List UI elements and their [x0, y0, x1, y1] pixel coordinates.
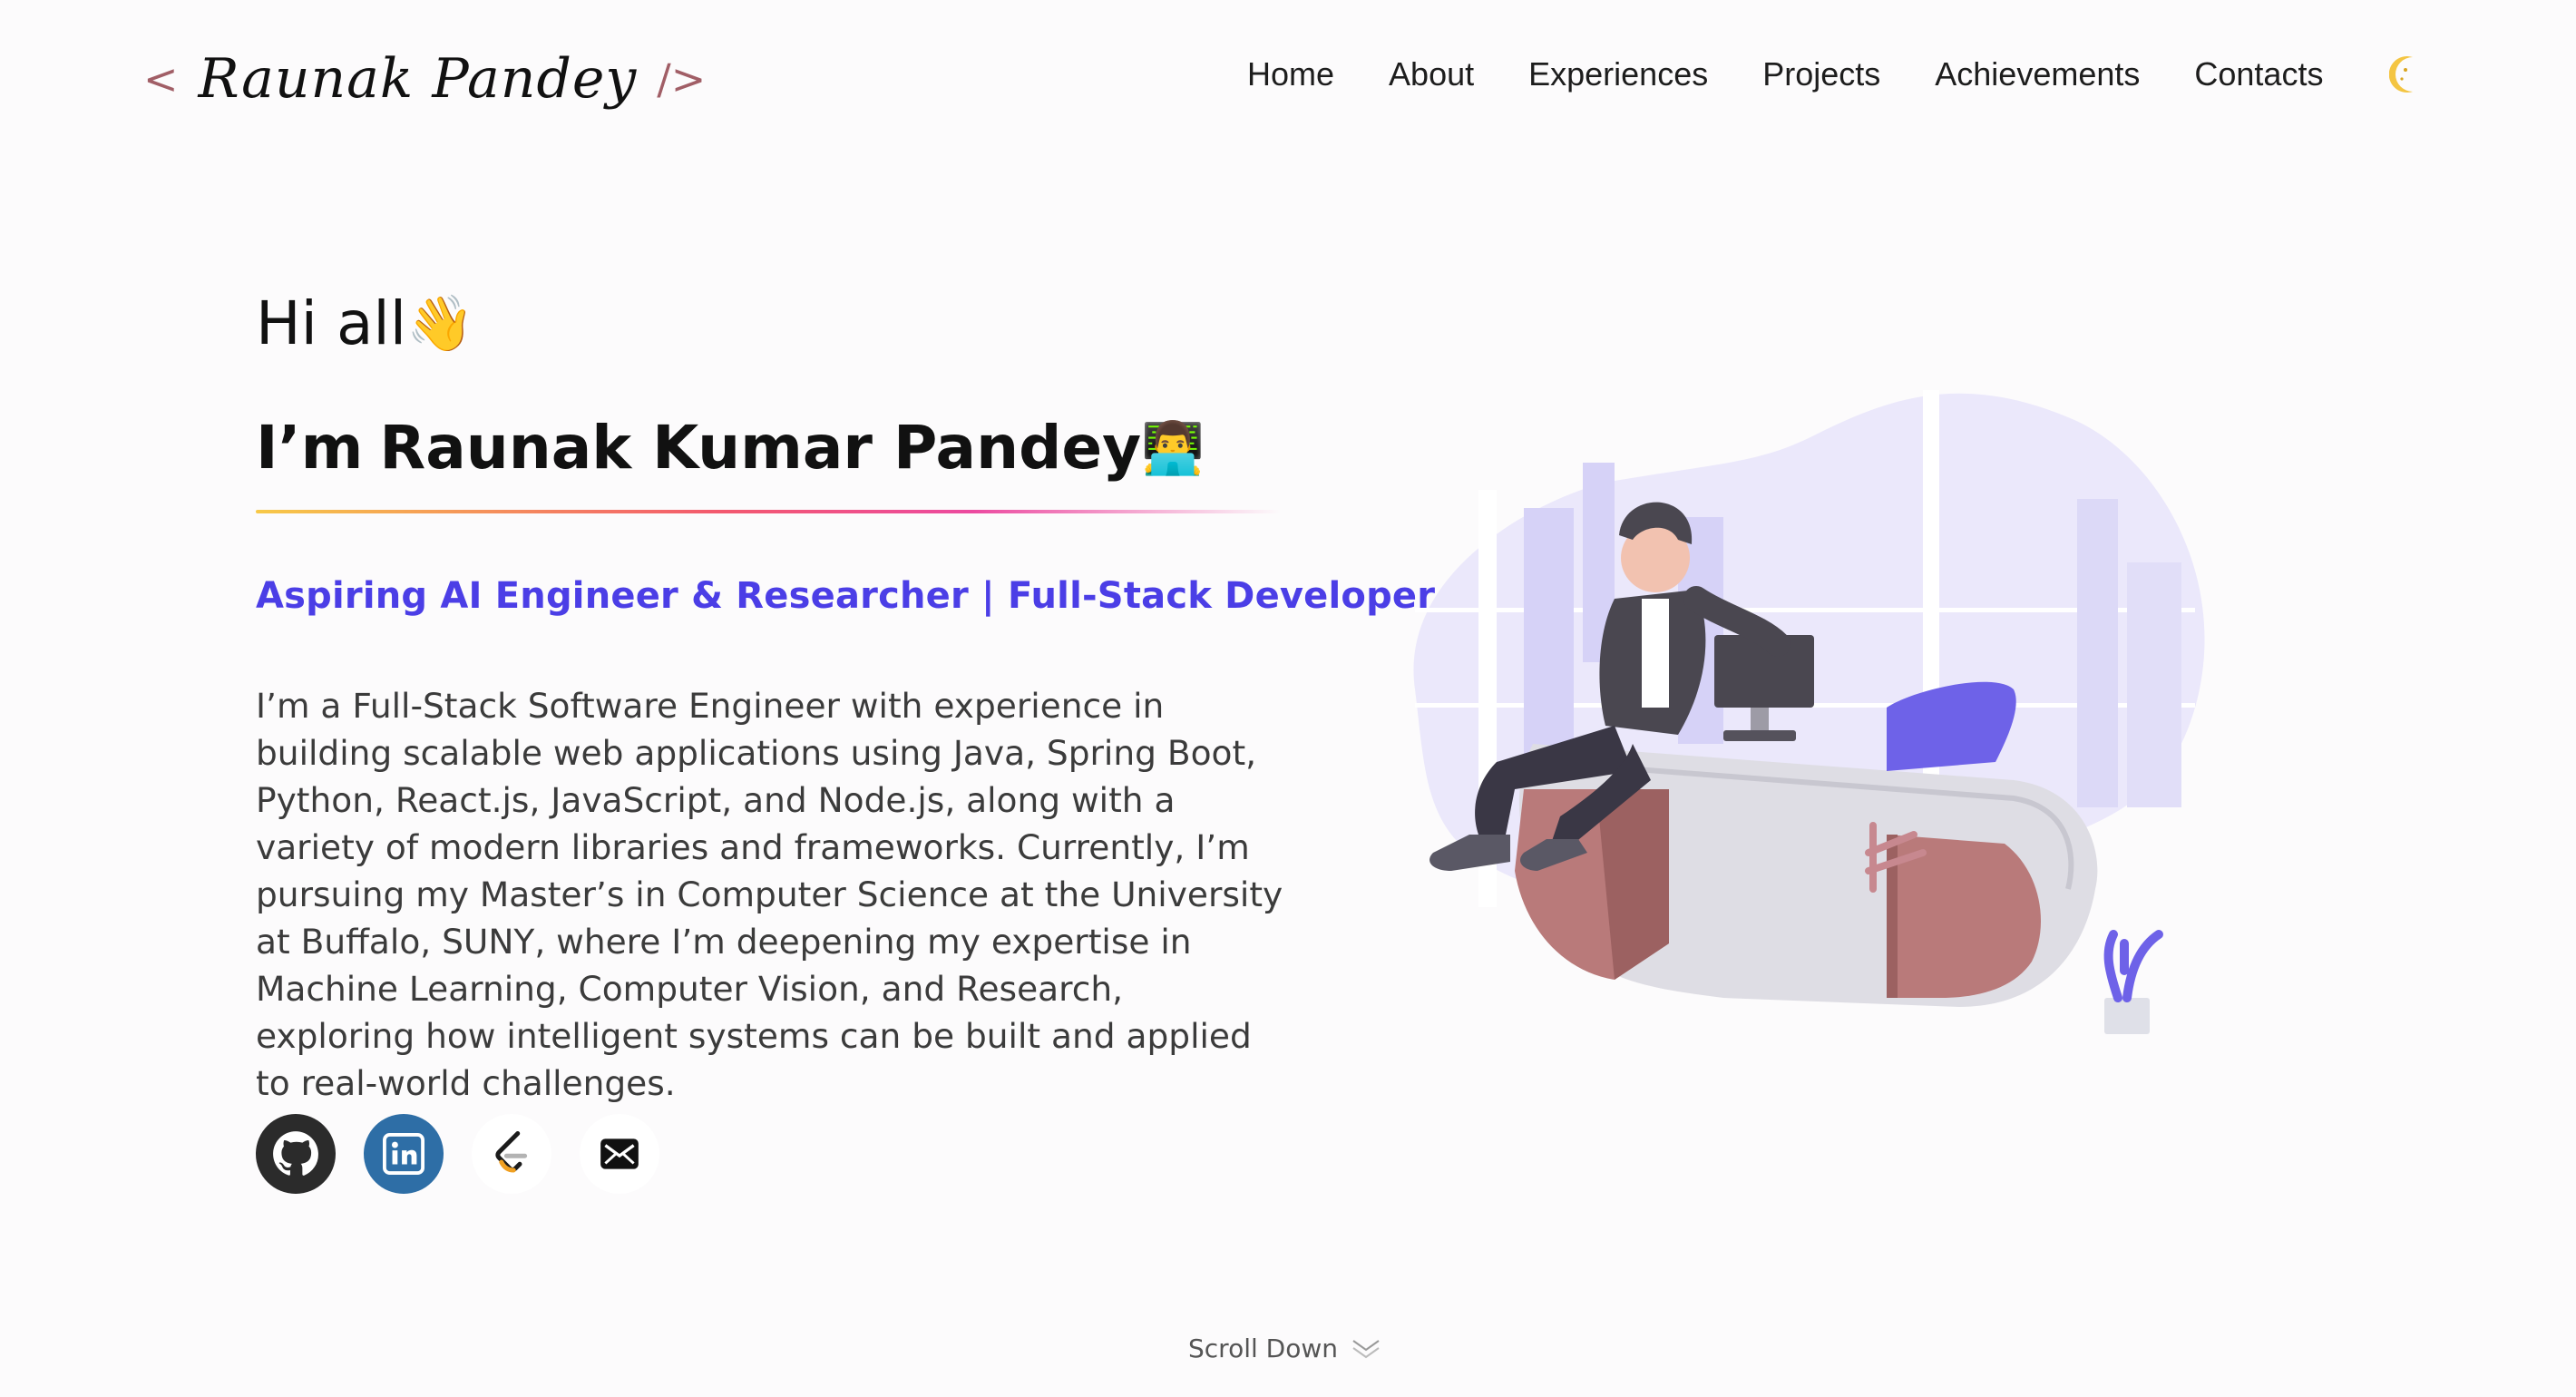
bio-paragraph: I’m a Full-Stack Software Engineer with …: [256, 686, 1283, 1103]
heading-underline: [256, 510, 1281, 513]
chevron-down-icon: [1352, 1339, 1380, 1358]
nav-home[interactable]: Home: [1234, 45, 1361, 103]
nav-contacts[interactable]: Contacts: [2167, 45, 2350, 103]
nav-experiences[interactable]: Experiences: [1501, 45, 1735, 103]
moon-icon: [2389, 56, 2414, 93]
logo-name: Raunak Pandey: [198, 47, 638, 111]
tagline: Aspiring AI Engineer & Researcher | Full…: [256, 575, 1436, 617]
nav-about[interactable]: About: [1361, 45, 1501, 103]
email-icon: [600, 1138, 639, 1169]
intro-heading: I’m Raunak Kumar Pandey 👨‍💻: [256, 413, 1205, 483]
email-link[interactable]: [580, 1114, 659, 1194]
social-links: [256, 1114, 659, 1194]
logo-open-bracket: <: [143, 54, 179, 103]
wave-emoji: 👋: [406, 292, 474, 356]
full-name: Raunak Kumar Pandey: [379, 413, 1142, 483]
scroll-down-button[interactable]: Scroll Down: [1188, 1334, 1381, 1363]
developer-desk-illustration: [1413, 390, 2205, 1034]
github-icon: [273, 1131, 318, 1176]
logo-close-bracket: />: [657, 54, 707, 103]
greeting-text: Hi all: [256, 288, 407, 358]
linkedin-icon: [383, 1133, 424, 1175]
nav-achievements[interactable]: Achievements: [1908, 45, 2167, 103]
scroll-down-label: Scroll Down: [1188, 1334, 1338, 1363]
leetcode-icon: [495, 1131, 528, 1173]
greeting-heading: Hi all 👋: [256, 288, 474, 358]
intro-prefix: I’m: [256, 413, 364, 483]
linkedin-link[interactable]: [364, 1114, 444, 1194]
top-nav: Home About Experiences Projects Achievem…: [1234, 45, 2428, 103]
leetcode-link[interactable]: [472, 1114, 551, 1194]
developer-emoji: 👨‍💻: [1141, 418, 1205, 478]
theme-toggle-button[interactable]: [2386, 54, 2428, 95]
nav-projects[interactable]: Projects: [1735, 45, 1908, 103]
github-link[interactable]: [256, 1114, 336, 1194]
site-logo[interactable]: < Raunak Pandey />: [143, 38, 706, 120]
